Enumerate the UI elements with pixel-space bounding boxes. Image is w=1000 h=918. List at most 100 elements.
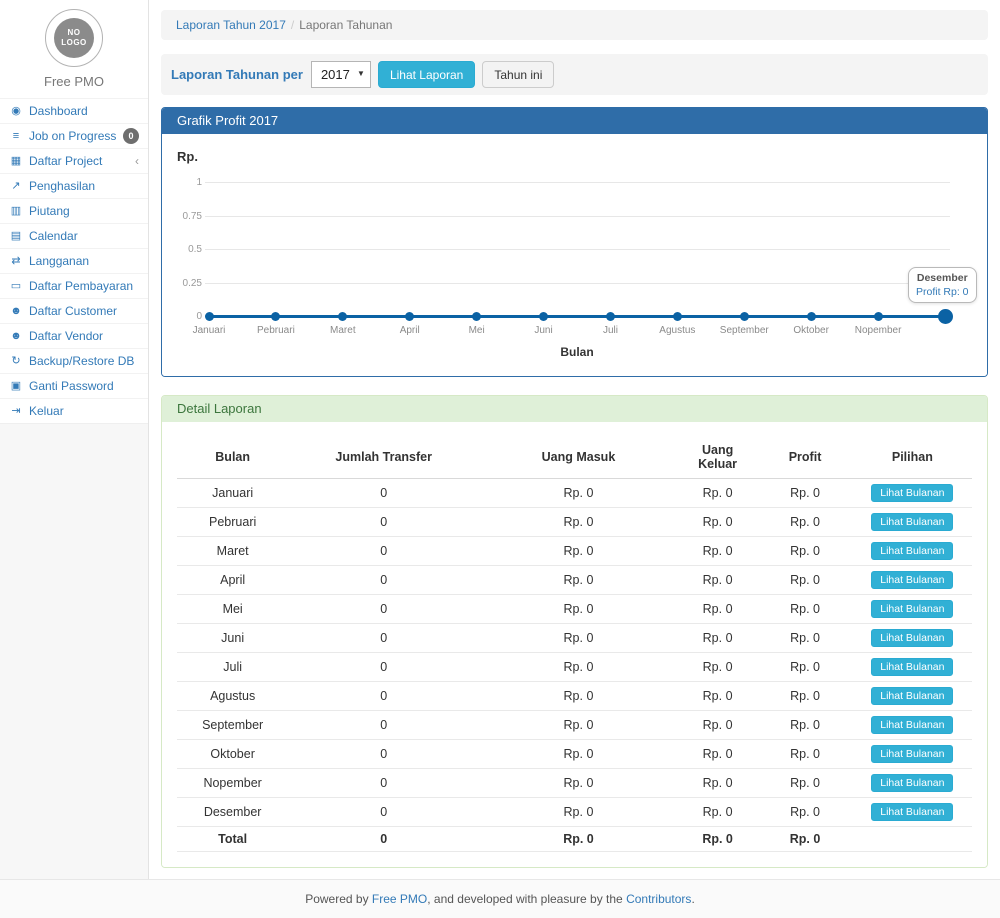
total-uang-keluar-cell: Rp. 0 — [678, 827, 758, 852]
brand-name: Free PMO — [0, 67, 148, 98]
table-row-januari: Januari0Rp. 0Rp. 0Rp. 0Lihat Bulanan — [177, 479, 972, 508]
chart-point-desember[interactable] — [938, 309, 953, 324]
lihat-bulanan-button-september[interactable]: Lihat Bulanan — [871, 716, 953, 734]
lihat-laporan-button[interactable]: Lihat Laporan — [378, 61, 475, 88]
x-tick-label: Mei — [442, 325, 512, 336]
chart-point-oktober[interactable] — [807, 312, 816, 321]
lihat-bulanan-button-oktober[interactable]: Lihat Bulanan — [871, 745, 953, 763]
uang-keluar-cell: Rp. 0 — [678, 653, 758, 682]
lihat-bulanan-button-pebruari[interactable]: Lihat Bulanan — [871, 513, 953, 531]
sidebar-item-daftar-customer[interactable]: ☻Daftar Customer — [0, 298, 148, 323]
chart-point-juni[interactable] — [539, 312, 548, 321]
logo: NOLOGO Free PMO — [0, 0, 148, 98]
lihat-bulanan-button-desember[interactable]: Lihat Bulanan — [871, 803, 953, 821]
lihat-bulanan-button-juni[interactable]: Lihat Bulanan — [871, 629, 953, 647]
uang-masuk-cell: Rp. 0 — [479, 508, 678, 537]
report-table: BulanJumlah TransferUang MasukUang Kelua… — [177, 437, 972, 852]
exchange-icon: ⇄ — [9, 253, 23, 269]
table-row-oktober: Oktober0Rp. 0Rp. 0Rp. 0Lihat Bulanan — [177, 740, 972, 769]
total-label-cell: Total — [177, 827, 288, 852]
month-cell: Pebruari — [177, 508, 288, 537]
lihat-bulanan-button-januari[interactable]: Lihat Bulanan — [871, 484, 953, 502]
sidebar-item-label: Daftar Vendor — [29, 328, 103, 344]
tahun-ini-button[interactable]: Tahun ini — [482, 61, 554, 88]
sidebar-item-job-on-progress[interactable]: ≡Job on Progress0 — [0, 123, 148, 148]
chart-point-april[interactable] — [405, 312, 414, 321]
sidebar-item-label: Keluar — [29, 403, 64, 419]
sidebar-menu: ◉ Dashboard ≡Job on Progress0▦Daftar Proje… — [0, 98, 148, 423]
lihat-bulanan-button-nopember[interactable]: Lihat Bulanan — [871, 774, 953, 792]
chart-point-mei[interactable] — [472, 312, 481, 321]
sidebar-item-daftar-pembayaran[interactable]: ▭Daftar Pembayaran — [0, 273, 148, 298]
gridline — [205, 249, 950, 250]
year-select[interactable]: 2017 — [311, 61, 371, 88]
lihat-bulanan-button-april[interactable]: Lihat Bulanan — [871, 571, 953, 589]
sidebar-item-daftar-project[interactable]: ▦Daftar Project‹ — [0, 148, 148, 173]
action-cell: Lihat Bulanan — [853, 740, 972, 769]
breadcrumb-link-laporan-tahun[interactable]: Laporan Tahun 2017 — [176, 18, 286, 32]
profit-series-line — [209, 315, 945, 318]
uang-masuk-cell: Rp. 0 — [479, 711, 678, 740]
chart-point-september[interactable] — [740, 312, 749, 321]
no-logo-badge: NOLOGO — [45, 9, 103, 67]
x-tick-label: Agustus — [642, 325, 712, 336]
sidebar-item-daftar-vendor[interactable]: ☻Daftar Vendor — [0, 323, 148, 348]
lihat-bulanan-button-mei[interactable]: Lihat Bulanan — [871, 600, 953, 618]
lock-icon: ▣ — [9, 378, 23, 394]
table-row-total: Total0Rp. 0Rp. 0Rp. 0 — [177, 827, 972, 852]
chart-point-pebruari[interactable] — [271, 312, 280, 321]
breadcrumb: Laporan Tahun 2017/Laporan Tahunan — [161, 10, 988, 40]
action-cell: Lihat Bulanan — [853, 682, 972, 711]
sidebar-item-keluar[interactable]: ⇥Keluar — [0, 398, 148, 423]
dashboard-icon: ◉ — [9, 103, 23, 119]
month-cell: Oktober — [177, 740, 288, 769]
chevron-left-icon: ‹ — [135, 153, 139, 169]
no-logo-text: NOLOGO — [54, 18, 94, 58]
chart-point-nopember[interactable] — [874, 312, 883, 321]
action-cell: Lihat Bulanan — [853, 711, 972, 740]
uang-keluar-cell: Rp. 0 — [678, 566, 758, 595]
transfer-count-cell: 0 — [288, 711, 479, 740]
sidebar-item-penghasilan[interactable]: ↗Penghasilan — [0, 173, 148, 198]
chart-point-agustus[interactable] — [673, 312, 682, 321]
uang-masuk-cell: Rp. 0 — [479, 624, 678, 653]
sidebar-item-label: Ganti Password — [29, 378, 114, 394]
sidebar-item-backup-restore-db[interactable]: ↻Backup/Restore DB — [0, 348, 148, 373]
action-cell: Lihat Bulanan — [853, 653, 972, 682]
sidebar-item-label: Piutang — [29, 203, 70, 219]
lihat-bulanan-button-agustus[interactable]: Lihat Bulanan — [871, 687, 953, 705]
sidebar-item-label: Dashboard — [29, 103, 88, 119]
uang-masuk-cell: Rp. 0 — [479, 479, 678, 508]
gridline — [205, 283, 950, 284]
lihat-bulanan-button-juli[interactable]: Lihat Bulanan — [871, 658, 953, 676]
y-axis-label: Rp. — [177, 149, 198, 164]
profit-cell: Rp. 0 — [757, 769, 852, 798]
column-header-jumlah-transfer: Jumlah Transfer — [288, 437, 479, 479]
chart-point-maret[interactable] — [338, 312, 347, 321]
year-select-wrap: 2017 ▼ — [311, 61, 371, 88]
chart-point-juli[interactable] — [606, 312, 615, 321]
free-pmo-link[interactable]: Free PMO — [372, 892, 427, 906]
contributors-link[interactable]: Contributors — [626, 892, 691, 906]
table-row-nopember: Nopember0Rp. 0Rp. 0Rp. 0Lihat Bulanan — [177, 769, 972, 798]
profit-cell: Rp. 0 — [757, 711, 852, 740]
profit-cell: Rp. 0 — [757, 798, 852, 827]
column-header-bulan: Bulan — [177, 437, 288, 479]
total-profit-cell: Rp. 0 — [757, 827, 852, 852]
sidebar-item-ganti-password[interactable]: ▣ Ganti Password — [0, 373, 148, 398]
action-cell: Lihat Bulanan — [853, 798, 972, 827]
sidebar-item-dashboard[interactable]: ◉ Dashboard — [0, 98, 148, 123]
chart-point-januari[interactable] — [205, 312, 214, 321]
transfer-count-cell: 0 — [288, 653, 479, 682]
lihat-bulanan-button-maret[interactable]: Lihat Bulanan — [871, 542, 953, 560]
y-tick-label: 0.25 — [177, 278, 202, 289]
sidebar-item-calendar[interactable]: ▤Calendar — [0, 223, 148, 248]
sidebar-item-label: Daftar Customer — [29, 303, 117, 319]
month-cell: Agustus — [177, 682, 288, 711]
month-cell: April — [177, 566, 288, 595]
x-tick-label: Juli — [575, 325, 645, 336]
total-action-cell — [853, 827, 972, 852]
sidebar-item-langganan[interactable]: ⇄Langganan — [0, 248, 148, 273]
detail-laporan-panel-body: BulanJumlah TransferUang MasukUang Kelua… — [162, 422, 987, 867]
sidebar-item-piutang[interactable]: ▥Piutang — [0, 198, 148, 223]
